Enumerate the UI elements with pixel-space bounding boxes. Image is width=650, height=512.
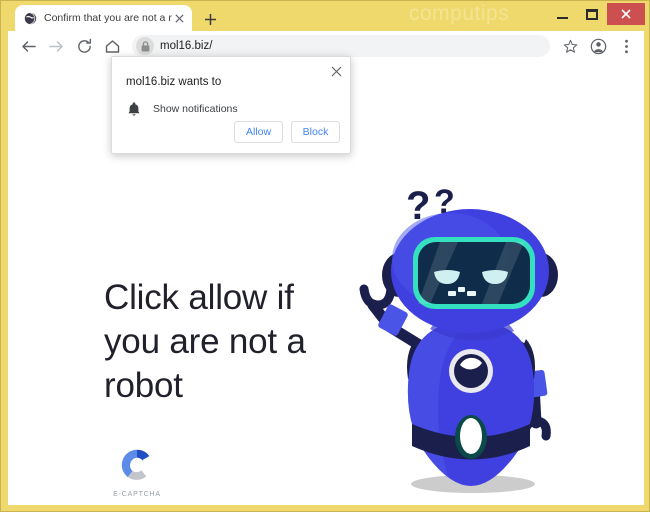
forward-arrow-icon [48, 40, 63, 52]
star-icon [563, 39, 577, 53]
robot-mascot-illustration: ? ? [359, 183, 558, 493]
e-captcha-label: E-CAPTCHA [113, 491, 161, 498]
dialog-permission-label: Show notifications [153, 103, 238, 115]
close-icon [174, 13, 184, 23]
profile-avatar-icon [590, 38, 606, 54]
home-icon [105, 39, 119, 53]
allow-button[interactable]: Allow [234, 121, 283, 143]
new-tab-button[interactable] [200, 9, 220, 29]
dialog-actions: Allow Block [234, 121, 340, 143]
browser-tab[interactable]: Confirm that you are not a robot [15, 5, 192, 31]
site-info-button[interactable] [136, 37, 154, 55]
forward-button[interactable] [42, 32, 70, 60]
toolbar-right-actions [556, 32, 644, 60]
tab-close-button[interactable] [172, 11, 186, 25]
bell-icon [128, 102, 140, 116]
robot-chest-gauge [449, 349, 493, 393]
page-headline: Click allow if you are not a robot [104, 278, 306, 405]
three-dot-menu-icon [624, 39, 628, 53]
globe-icon [24, 12, 37, 24]
back-arrow-icon [21, 40, 36, 52]
lock-icon [141, 40, 149, 51]
bookmark-button[interactable] [556, 32, 584, 60]
reload-icon [77, 38, 91, 53]
reload-button[interactable] [70, 32, 98, 60]
tab-strip: Confirm that you are not a robot [1, 5, 649, 31]
url-text: mol16.biz/ [160, 40, 213, 52]
plus-icon [204, 13, 216, 25]
e-captcha-badge: E-CAPTCHA [106, 446, 168, 498]
address-bar[interactable]: mol16.biz/ [132, 35, 550, 57]
dialog-close-button[interactable] [328, 63, 344, 79]
robot-head [382, 209, 558, 333]
notification-permission-dialog: mol16.biz wants to Show notifications Al… [111, 56, 351, 154]
block-button[interactable]: Block [291, 121, 340, 143]
close-icon [331, 66, 341, 76]
profile-button[interactable] [584, 32, 612, 60]
tab-title: Confirm that you are not a robot [44, 12, 172, 24]
dialog-title: mol16.biz wants to [126, 76, 222, 88]
dialog-permission-row: Show notifications [126, 101, 238, 117]
back-button[interactable] [14, 32, 42, 60]
browser-window: computips Confirm that you are not a rob… [0, 0, 650, 512]
browser-menu-button[interactable] [612, 32, 640, 60]
e-captcha-logo-icon [121, 449, 152, 480]
